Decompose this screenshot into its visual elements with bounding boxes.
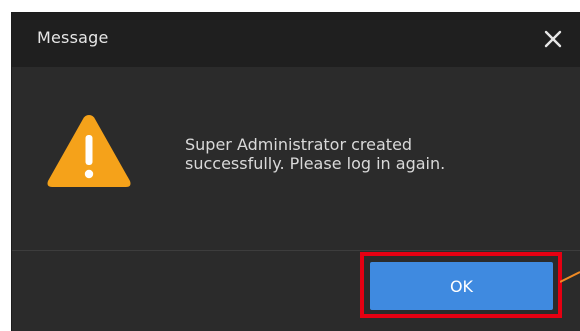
dialog-titlebar: Message [12,13,580,67]
message-line-2: successfully. Please log in again. [185,154,446,173]
warning-triangle-icon [47,115,131,187]
close-icon[interactable] [540,26,566,52]
message-line-1: Super Administrator created [185,135,413,154]
callout-line [560,271,580,283]
dialog-body: Super Administrator created successfully… [12,67,580,250]
dialog-message: Super Administrator created successfully… [185,135,525,173]
dialog-title: Message [37,28,109,47]
ok-button[interactable]: OK [370,262,553,310]
